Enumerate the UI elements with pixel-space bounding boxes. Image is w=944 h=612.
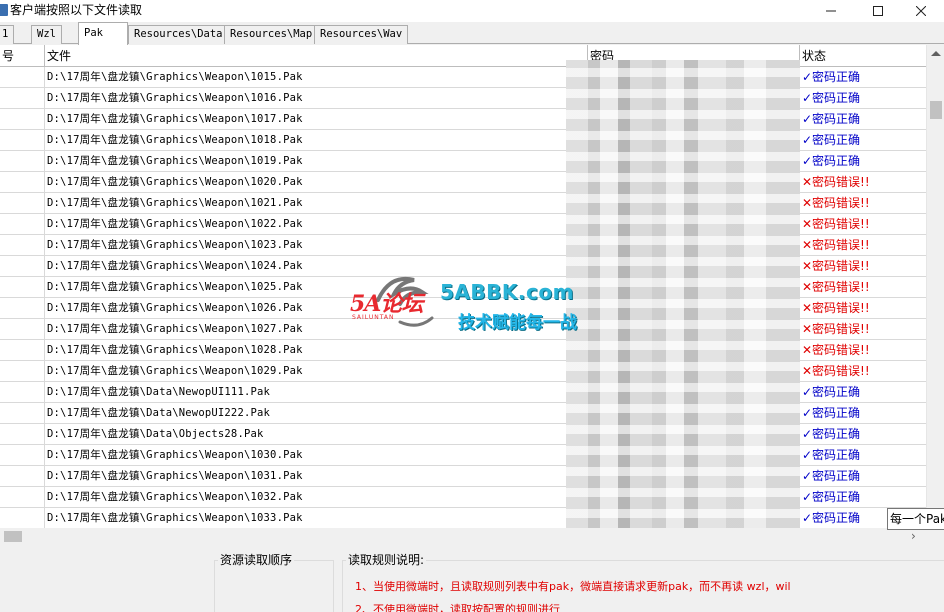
cell-index xyxy=(0,382,45,402)
horizontal-scroll-thumb[interactable] xyxy=(4,531,22,542)
window-title: 客户端按照以下文件读取 xyxy=(10,3,143,17)
scroll-right-icon[interactable]: › xyxy=(911,529,916,544)
cell-file: D:\17周年\盘龙镇\Graphics\Weapon\1021.Pak xyxy=(45,193,588,213)
cell-index xyxy=(0,235,45,255)
tooltip: 每一个Pak xyxy=(887,508,944,530)
cell-file: D:\17周年\盘龙镇\Graphics\Weapon\1019.Pak xyxy=(45,151,588,171)
cell-index xyxy=(0,298,45,318)
cell-file: D:\17周年\盘龙镇\Data\Objects28.Pak xyxy=(45,424,588,444)
cell-status: ✓密码正确 xyxy=(802,133,861,147)
cell-file: D:\17周年\盘龙镇\Graphics\Weapon\1017.Pak xyxy=(45,109,588,129)
cell-file: D:\17周年\盘龙镇\Graphics\Weapon\1030.Pak xyxy=(45,445,588,465)
rule-text-2: 2、不使用微端时，读取按配置的规则进行 xyxy=(355,603,560,612)
cell-index xyxy=(0,445,45,465)
watermark-brand-sub: SAILUNTAN xyxy=(352,314,395,321)
cell-file: D:\17周年\盘龙镇\Graphics\Weapon\1023.Pak xyxy=(45,235,588,255)
cell-index xyxy=(0,256,45,276)
cell-status: ✓密码正确 xyxy=(802,70,861,84)
tab-1[interactable]: 1 xyxy=(0,25,15,44)
cell-index xyxy=(0,508,45,528)
minimize-icon xyxy=(826,10,836,12)
maximize-button[interactable] xyxy=(855,0,901,22)
cell-status: ✕密码错误!! xyxy=(802,259,870,273)
tab-wzl[interactable]: Wzl xyxy=(31,25,62,44)
column-header-file[interactable]: 文件 xyxy=(45,45,588,67)
cell-index xyxy=(0,361,45,381)
cell-index xyxy=(0,277,45,297)
cell-index xyxy=(0,214,45,234)
cell-file: D:\17周年\盘龙镇\Graphics\Weapon\1032.Pak xyxy=(45,487,588,507)
cell-index xyxy=(0,172,45,192)
watermark: 5A论坛 SAILUNTAN 5ABBK.com 技术赋能每一战 xyxy=(350,270,600,340)
horizontal-scrollbar[interactable]: › xyxy=(0,528,926,545)
cell-file: D:\17周年\盘龙镇\Graphics\Weapon\1033.Pak xyxy=(45,508,588,528)
tab-resources-data[interactable]: Resources\Data xyxy=(128,25,229,44)
cell-status: ✓密码正确 xyxy=(802,112,861,126)
cell-file: D:\17周年\盘龙镇\Graphics\Weapon\1029.Pak xyxy=(45,361,588,381)
watermark-site: 5ABBK.com xyxy=(440,280,574,304)
cell-status: ✕密码错误!! xyxy=(802,301,870,315)
tab-resources-wav[interactable]: Resources\Wav xyxy=(314,25,409,44)
title-bar: 客户端按照以下文件读取 xyxy=(0,0,944,22)
cell-index xyxy=(0,151,45,171)
close-button[interactable] xyxy=(898,0,944,22)
cell-status: ✓密码正确 xyxy=(802,406,861,420)
cell-index xyxy=(0,424,45,444)
cell-status: ✓密码正确 xyxy=(802,385,861,399)
scroll-up-icon[interactable] xyxy=(931,51,941,56)
vertical-scroll-thumb[interactable] xyxy=(930,101,942,119)
cell-file: D:\17周年\盘龙镇\Graphics\Weapon\1018.Pak xyxy=(45,130,588,150)
minimize-button[interactable] xyxy=(808,0,854,22)
watermark-slogan: 技术赋能每一战 xyxy=(458,313,577,333)
rules-title: 读取规则说明: xyxy=(346,552,427,568)
tab-bar: 1 Wzl Pak Resources\Data Resources\Map R… xyxy=(0,22,944,45)
cell-file: D:\17周年\盘龙镇\Graphics\Weapon\1016.Pak xyxy=(45,88,588,108)
cell-status: ✕密码错误!! xyxy=(802,364,870,378)
cell-file: D:\17周年\盘龙镇\Graphics\Weapon\1022.Pak xyxy=(45,214,588,234)
cell-file: D:\17周年\盘龙镇\Data\NewopUI222.Pak xyxy=(45,403,588,423)
cell-file: D:\17周年\盘龙镇\Graphics\Weapon\1020.Pak xyxy=(45,172,588,192)
cell-status: ✕密码错误!! xyxy=(802,217,870,231)
cell-index xyxy=(0,130,45,150)
column-header-status[interactable]: 状态 xyxy=(800,45,926,67)
cell-file: D:\17周年\盘龙镇\Graphics\Weapon\1015.Pak xyxy=(45,67,588,87)
cell-index xyxy=(0,319,45,339)
cell-status: ✓密码正确 xyxy=(802,490,861,504)
close-icon xyxy=(916,6,926,16)
cell-status: ✕密码错误!! xyxy=(802,343,870,357)
bottom-panel: 资源读取顺序 读取规则说明: 1、当使用微端时，且读取规则列表中有pak，微端直… xyxy=(0,545,944,612)
cell-index xyxy=(0,487,45,507)
redacted-password-area xyxy=(566,60,800,560)
cell-status: ✓密码正确 xyxy=(802,427,861,441)
cell-status: ✕密码错误!! xyxy=(802,196,870,210)
cell-file: D:\17周年\盘龙镇\Graphics\Weapon\1028.Pak xyxy=(45,340,588,360)
cell-index xyxy=(0,88,45,108)
cell-index xyxy=(0,67,45,87)
rule-text-1: 1、当使用微端时，且读取规则列表中有pak，微端直接请求更新pak，而不再读 w… xyxy=(355,580,791,593)
tab-resources-map[interactable]: Resources\Map xyxy=(224,25,319,44)
cell-status: ✓密码正确 xyxy=(802,91,861,105)
cell-file: D:\17周年\盘龙镇\Data\NewopUI111.Pak xyxy=(45,382,588,402)
cell-status: ✕密码错误!! xyxy=(802,238,870,252)
cell-index xyxy=(0,109,45,129)
maximize-icon xyxy=(873,6,883,16)
cell-status: ✕密码错误!! xyxy=(802,280,870,294)
cell-file: D:\17周年\盘龙镇\Graphics\Weapon\1031.Pak xyxy=(45,466,588,486)
cell-index xyxy=(0,466,45,486)
cell-status: ✓密码正确 xyxy=(802,154,861,168)
cell-status: ✓密码正确 xyxy=(802,448,861,462)
cell-status: ✓密码正确 xyxy=(802,469,861,483)
cell-index xyxy=(0,403,45,423)
vertical-scrollbar[interactable] xyxy=(926,45,944,528)
app-icon xyxy=(0,4,8,16)
cell-status: ✕密码错误!! xyxy=(802,322,870,336)
tab-pak[interactable]: Pak xyxy=(78,22,128,45)
cell-index xyxy=(0,340,45,360)
load-order-title: 资源读取顺序 xyxy=(218,552,295,568)
cell-status: ✕密码错误!! xyxy=(802,175,870,189)
column-header-index[interactable]: 号 xyxy=(0,45,45,67)
cell-index xyxy=(0,193,45,213)
